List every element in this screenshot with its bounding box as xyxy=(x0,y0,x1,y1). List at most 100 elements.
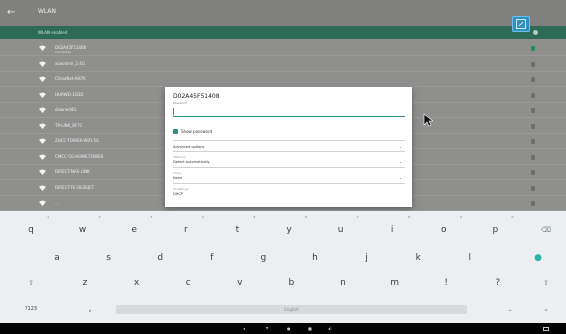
network-list-item[interactable]: xiaomimi_2.4G xyxy=(0,57,566,72)
wifi-signal-icon xyxy=(39,169,46,175)
key-f[interactable]: f xyxy=(192,249,232,267)
network-list-item[interactable]: ChinaNet-AH7K xyxy=(0,72,566,87)
key-y[interactable]: y6 xyxy=(269,215,309,239)
key-d[interactable]: d xyxy=(140,249,180,267)
key-y-label: y xyxy=(286,225,292,235)
key-d-label: d xyxy=(157,253,164,263)
wlan-toggle-bar[interactable]: WLAN enabled xyxy=(0,26,566,39)
key-v[interactable]: v xyxy=(220,274,260,292)
lock-icon xyxy=(531,170,535,175)
key-x[interactable]: x xyxy=(117,274,157,292)
key-e[interactable]: e3 xyxy=(114,215,154,239)
key-b[interactable]: b xyxy=(271,274,311,292)
key-w[interactable]: w2 xyxy=(63,215,103,239)
lock-icon xyxy=(531,201,535,206)
chevron-down-icon[interactable]: ⌄ xyxy=(399,144,402,149)
enter-key[interactable]: ● xyxy=(518,249,558,267)
key-hint: 6 xyxy=(305,215,307,219)
password-label: Password xyxy=(173,101,188,105)
show-password-label[interactable]: Show password xyxy=(181,129,212,134)
nav-home-icon[interactable]: ● xyxy=(287,326,291,331)
key-c[interactable]: c xyxy=(168,274,208,292)
key-z[interactable]: z xyxy=(65,274,105,292)
period-key[interactable]: . xyxy=(490,300,530,318)
shift-key-right[interactable]: ⇧ xyxy=(526,274,566,292)
lock-icon xyxy=(531,123,535,129)
lock-icon xyxy=(531,92,535,98)
nav-recents-icon[interactable]: ■ xyxy=(308,326,312,331)
wifi-signal-icon xyxy=(39,107,46,113)
wifi-signal-icon xyxy=(39,45,46,51)
lock-icon xyxy=(531,77,535,82)
lock-icon xyxy=(531,185,535,191)
key-n[interactable]: n xyxy=(323,274,363,292)
screenshot-icon[interactable] xyxy=(543,327,549,331)
volume-icon[interactable]: ◂) xyxy=(328,326,332,331)
key-m[interactable]: m xyxy=(375,274,415,292)
metered-label: Metered xyxy=(173,155,186,159)
ip-settings-select[interactable]: DHCP xyxy=(173,192,183,196)
key-l[interactable]: l xyxy=(450,249,490,267)
wifi-signal-icon xyxy=(39,76,46,82)
edit-button[interactable] xyxy=(512,16,530,32)
key-j[interactable]: j xyxy=(347,249,387,267)
key-k[interactable]: k xyxy=(398,249,438,267)
shift-key-label: ⇧ xyxy=(28,279,34,287)
network-name: TP-LINK_8F7C xyxy=(55,122,83,128)
symbols-key[interactable]: ?123 xyxy=(11,300,51,318)
lock-icon xyxy=(531,61,535,67)
chevron-down-icon[interactable]: ⌄ xyxy=(399,175,402,180)
key-o[interactable]: o9 xyxy=(424,215,464,239)
wifi-signal-icon xyxy=(39,92,46,98)
edit-icon xyxy=(516,19,526,29)
key-h[interactable]: h xyxy=(295,249,335,267)
metered-select[interactable]: Detect automatically xyxy=(173,160,210,164)
hide-keyboard-key[interactable]: ⌄ xyxy=(526,300,566,318)
wifi-signal-icon xyxy=(39,123,46,129)
key-s-label: s xyxy=(106,253,111,263)
key-s[interactable]: s xyxy=(89,249,129,267)
key-g[interactable]: g xyxy=(243,249,283,267)
key-r[interactable]: r4 xyxy=(166,215,206,239)
lock-icon xyxy=(531,108,535,113)
key-a[interactable]: a xyxy=(37,249,77,267)
comma-key[interactable]: , xyxy=(70,300,110,318)
wifi-signal-icon xyxy=(39,154,46,160)
key-u[interactable]: u7 xyxy=(321,215,361,239)
wlan-switch[interactable] xyxy=(533,30,538,35)
keyboard-hide-icon[interactable]: ▼ xyxy=(266,326,268,331)
proxy-select[interactable]: None xyxy=(173,176,182,180)
key-t-label: t xyxy=(235,225,240,235)
nav-back-icon[interactable]: ◂ xyxy=(243,326,245,331)
network-list-item[interactable]: D02A45F51408 Connected xyxy=(0,41,566,56)
network-name: DIRECT-FE-DESKJET xyxy=(55,184,95,190)
key-excl[interactable]: ! xyxy=(426,274,466,292)
network-name: DIRECT-NAS-LINK xyxy=(55,169,90,174)
show-password-checkbox[interactable] xyxy=(173,129,178,134)
divider xyxy=(173,140,405,141)
key-question[interactable]: ? xyxy=(478,274,518,292)
network-name: xiaomimi_2.4G xyxy=(55,60,85,66)
wifi-signal-icon xyxy=(39,185,46,191)
key-i[interactable]: i8 xyxy=(372,215,412,239)
divider xyxy=(173,167,405,168)
key-x-label: x xyxy=(133,278,140,288)
key-hint: 5 xyxy=(253,215,256,219)
text-cursor xyxy=(173,108,174,115)
password-input[interactable] xyxy=(173,107,405,117)
key-p[interactable]: p0 xyxy=(475,215,515,239)
shift-key[interactable]: ⇧ xyxy=(11,274,51,292)
wifi-password-dialog: D02A45F51408 Password Show password Adva… xyxy=(165,87,412,207)
wifi-signal-icon xyxy=(39,61,46,67)
advanced-options-toggle[interactable]: Advanced options xyxy=(173,145,204,149)
arrow-back-icon[interactable]: ← xyxy=(7,7,19,19)
network-name: HUAWEI-1B3D xyxy=(55,91,84,97)
wlan-toggle-label: WLAN enabled xyxy=(38,30,68,35)
backspace-key[interactable]: ⌫ xyxy=(526,221,566,239)
key-e-label: e xyxy=(131,225,137,235)
chevron-down-icon[interactable]: ⌄ xyxy=(399,159,402,164)
space-key[interactable]: English xyxy=(116,305,467,314)
network-name: ChinaNet-AH7K xyxy=(55,76,86,81)
key-q[interactable]: q1 xyxy=(11,215,51,239)
key-t[interactable]: t5 xyxy=(217,215,257,239)
